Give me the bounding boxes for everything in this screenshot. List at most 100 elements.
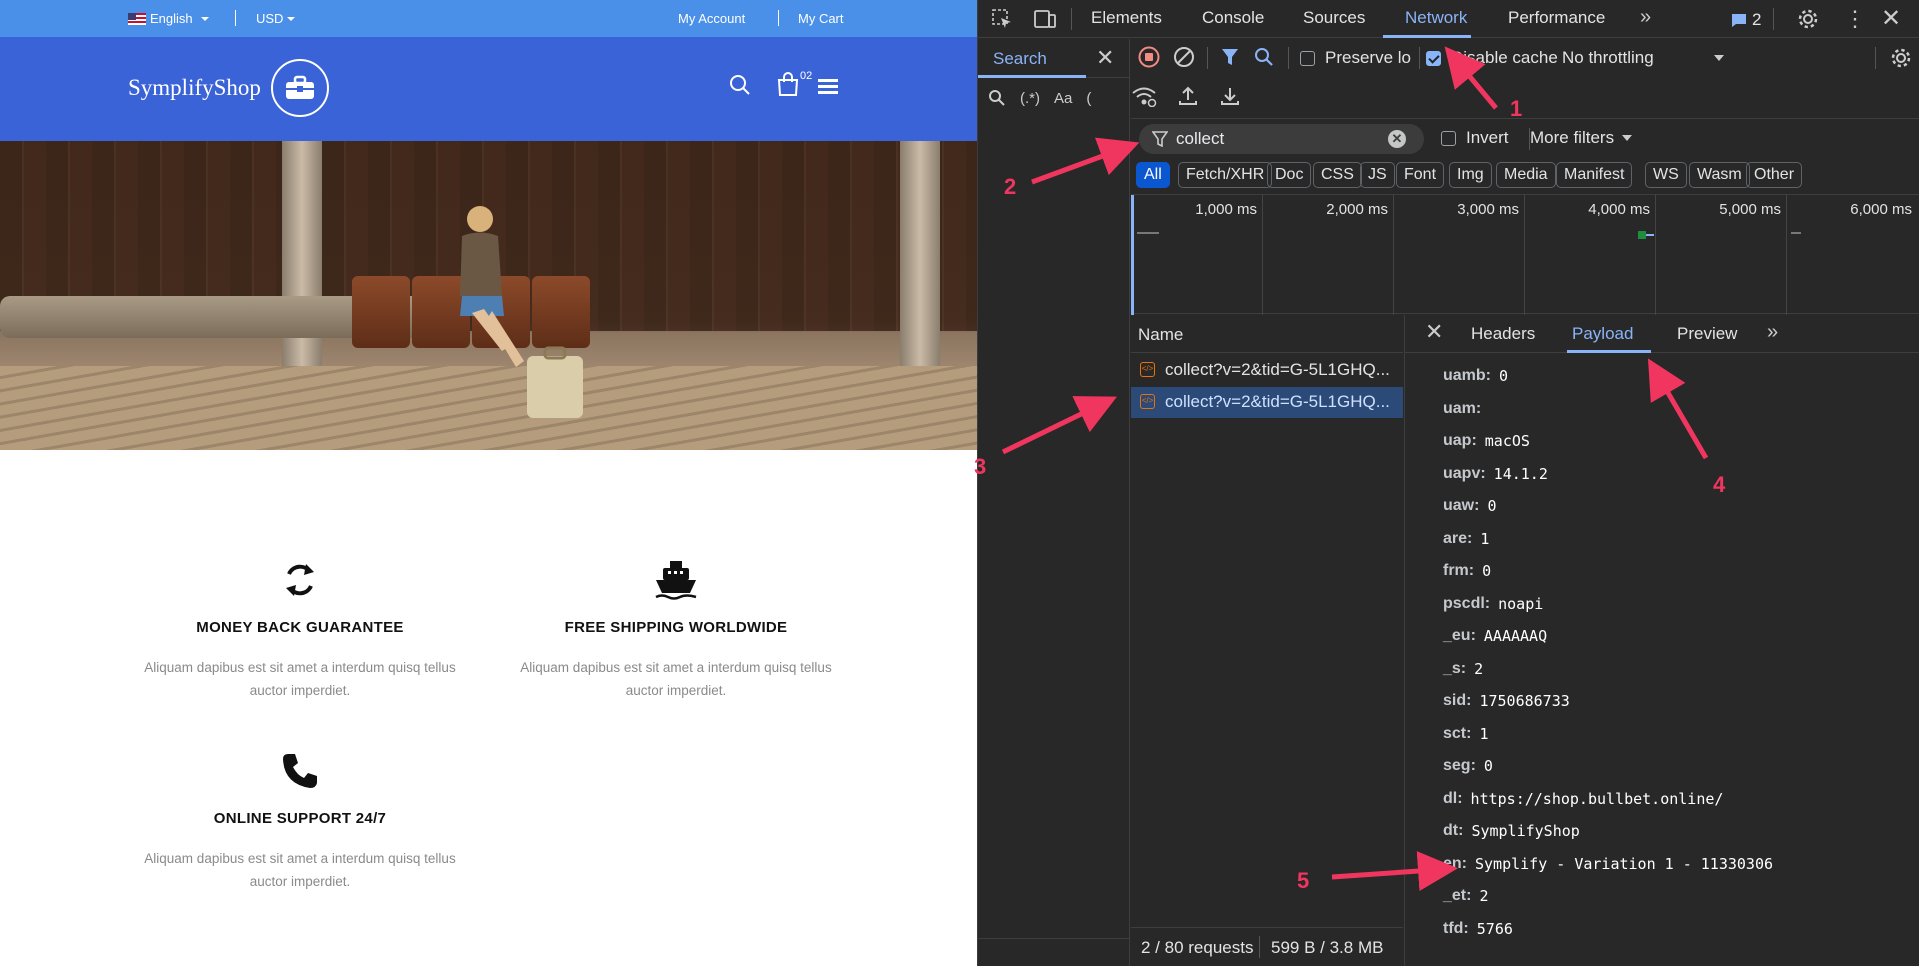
device-toolbar-icon[interactable] xyxy=(1033,8,1057,35)
timeline-tick-label: 1,000 ms xyxy=(1195,201,1257,218)
network-conditions-wifi-icon[interactable] xyxy=(1131,85,1157,107)
tab-console[interactable]: Console xyxy=(1202,8,1264,28)
timeline-selection-handle[interactable] xyxy=(1131,195,1134,315)
timeline-tick-label: 2,000 ms xyxy=(1326,201,1388,218)
checkbox[interactable] xyxy=(1300,50,1315,66)
payload-key: sid: xyxy=(1443,692,1472,710)
divider xyxy=(1875,47,1876,69)
checkbox[interactable] xyxy=(1441,130,1456,146)
network-toolbar: Preserve lo Disable cache No throttling xyxy=(1131,39,1919,117)
close-devtools-icon[interactable]: ✕ xyxy=(1881,4,1901,33)
filter-funnel-icon[interactable] xyxy=(1220,47,1240,67)
checkbox-checked[interactable] xyxy=(1426,50,1441,66)
shopping-bag-icon[interactable] xyxy=(776,71,800,102)
download-icon[interactable] xyxy=(1219,85,1241,107)
filter-chip-manifest[interactable]: Manifest xyxy=(1556,162,1633,188)
settings-gear-icon[interactable] xyxy=(1796,7,1820,36)
currency-selector[interactable]: USD xyxy=(256,11,296,26)
payload-row: pscdl: noapi xyxy=(1443,588,1913,621)
timeline-gridline xyxy=(1786,195,1787,315)
brand-name[interactable]: SymplifyShop xyxy=(128,75,261,101)
tab-payload[interactable]: Payload xyxy=(1572,324,1633,344)
payload-value: SymplifyShop xyxy=(1471,822,1580,841)
filter-chip-fetch-xhr[interactable]: Fetch/XHR xyxy=(1178,162,1273,188)
payload-key: are: xyxy=(1443,529,1473,547)
more-tabs-chevron-icon[interactable]: » xyxy=(1640,6,1651,29)
filter-chip-img[interactable]: Img xyxy=(1449,162,1492,188)
record-stop-icon[interactable] xyxy=(1138,46,1160,68)
feature-title: FREE SHIPPING WORLDWIDE xyxy=(564,619,788,636)
close-detail-icon[interactable]: ✕ xyxy=(1425,319,1443,345)
search-icon[interactable] xyxy=(728,73,752,102)
refresh-search-icon[interactable]: ( xyxy=(1086,90,1091,107)
divider xyxy=(1419,47,1420,69)
filter-chip-media[interactable]: Media xyxy=(1496,162,1556,188)
divider xyxy=(778,10,779,26)
language-label: English xyxy=(150,11,193,26)
chevron-down-icon xyxy=(1713,55,1724,61)
tab-network[interactable]: Network xyxy=(1405,8,1467,28)
search-tab[interactable]: Search xyxy=(993,49,1047,69)
inspect-element-icon[interactable] xyxy=(991,8,1013,35)
name-column-header[interactable]: Name xyxy=(1131,315,1403,353)
filter-chip-ws[interactable]: WS xyxy=(1645,162,1687,188)
filter-chip-all[interactable]: All xyxy=(1136,162,1170,188)
filter-chip-wasm[interactable]: Wasm xyxy=(1689,162,1750,188)
toolbox-logo-icon[interactable] xyxy=(271,59,329,117)
filter-chip-js[interactable]: JS xyxy=(1360,162,1395,188)
clear-filter-icon[interactable]: ✕ xyxy=(1388,130,1406,148)
request-name: collect?v=2&tid=G-5L1GHQ... xyxy=(1165,360,1390,379)
active-tab-indicator xyxy=(978,75,1086,78)
more-filters-dropdown[interactable]: More filters xyxy=(1530,128,1633,148)
payload-key: _et: xyxy=(1443,887,1472,905)
filter-input-value[interactable]: collect xyxy=(1176,129,1224,149)
request-row-selected[interactable]: </> collect?v=2&tid=G-5L1GHQ... xyxy=(1131,387,1403,418)
payload-value: 14.1.2 xyxy=(1493,464,1548,483)
filter-input[interactable]: collect ✕ xyxy=(1139,124,1424,154)
regex-toggle[interactable]: (.*) xyxy=(1020,90,1040,107)
issues-badge[interactable]: 2 xyxy=(1731,10,1761,30)
throttling-select[interactable]: No throttling xyxy=(1562,48,1724,68)
payload-row: uaw: 0 xyxy=(1443,490,1913,523)
message-icon xyxy=(1732,13,1746,27)
more-tabs-chevron-icon[interactable]: » xyxy=(1767,321,1778,344)
tab-elements[interactable]: Elements xyxy=(1091,8,1162,28)
preserve-log-checkbox[interactable]: Preserve lo xyxy=(1300,48,1411,68)
feature-online-support: ONLINE SUPPORT 24/7 Aliquam dapibus est … xyxy=(130,748,470,893)
tab-sources[interactable]: Sources xyxy=(1303,8,1365,28)
top-bar: English USD My Account My Cart xyxy=(0,0,977,37)
detail-tab-bar: ✕ Headers Payload Preview » xyxy=(1405,315,1919,353)
search-icon[interactable] xyxy=(1254,47,1274,67)
clear-icon[interactable] xyxy=(1173,46,1195,68)
network-settings-gear-icon[interactable] xyxy=(1889,46,1913,70)
tab-preview[interactable]: Preview xyxy=(1677,324,1737,344)
my-cart-link[interactable]: My Cart xyxy=(798,11,844,26)
search-icon[interactable] xyxy=(988,89,1006,107)
language-selector[interactable]: English xyxy=(128,11,209,26)
payload-key: sct: xyxy=(1443,724,1472,742)
filter-chip-other[interactable]: Other xyxy=(1746,162,1803,188)
filter-chip-font[interactable]: Font xyxy=(1396,162,1445,188)
payload-key: uapv: xyxy=(1443,464,1486,482)
match-case-toggle[interactable]: Aa xyxy=(1054,90,1072,107)
network-status-bar: 2 / 80 requests 599 B / 3.8 MB xyxy=(1131,927,1403,966)
payload-value: https://shop.bullbet.online/ xyxy=(1470,789,1724,808)
payload-value: 0 xyxy=(1487,497,1497,516)
kebab-menu-icon[interactable]: ⋮ xyxy=(1844,6,1866,32)
disable-cache-checkbox[interactable]: Disable cache xyxy=(1426,48,1558,68)
filter-chip-css[interactable]: CSS xyxy=(1313,162,1362,188)
upload-icon[interactable] xyxy=(1177,85,1199,107)
payload-row: uapv: 14.1.2 xyxy=(1443,458,1913,491)
close-search-icon[interactable]: ✕ xyxy=(1096,45,1114,71)
timeline-request-bar xyxy=(1137,232,1159,234)
network-timeline-overview[interactable]: 1,000 ms 2,000 ms 3,000 ms 4,000 ms 5,00… xyxy=(1131,194,1919,315)
invert-checkbox[interactable]: Invert xyxy=(1441,128,1509,148)
filter-chip-doc[interactable]: Doc xyxy=(1267,162,1312,188)
tab-performance[interactable]: Performance xyxy=(1508,8,1605,28)
menu-icon[interactable] xyxy=(818,78,838,99)
active-tab-indicator xyxy=(1567,350,1651,353)
request-row[interactable]: </> collect?v=2&tid=G-5L1GHQ... xyxy=(1131,355,1403,386)
tab-headers[interactable]: Headers xyxy=(1471,324,1535,344)
my-account-link[interactable]: My Account xyxy=(678,11,745,26)
payload-row: _s: 2 xyxy=(1443,653,1913,686)
